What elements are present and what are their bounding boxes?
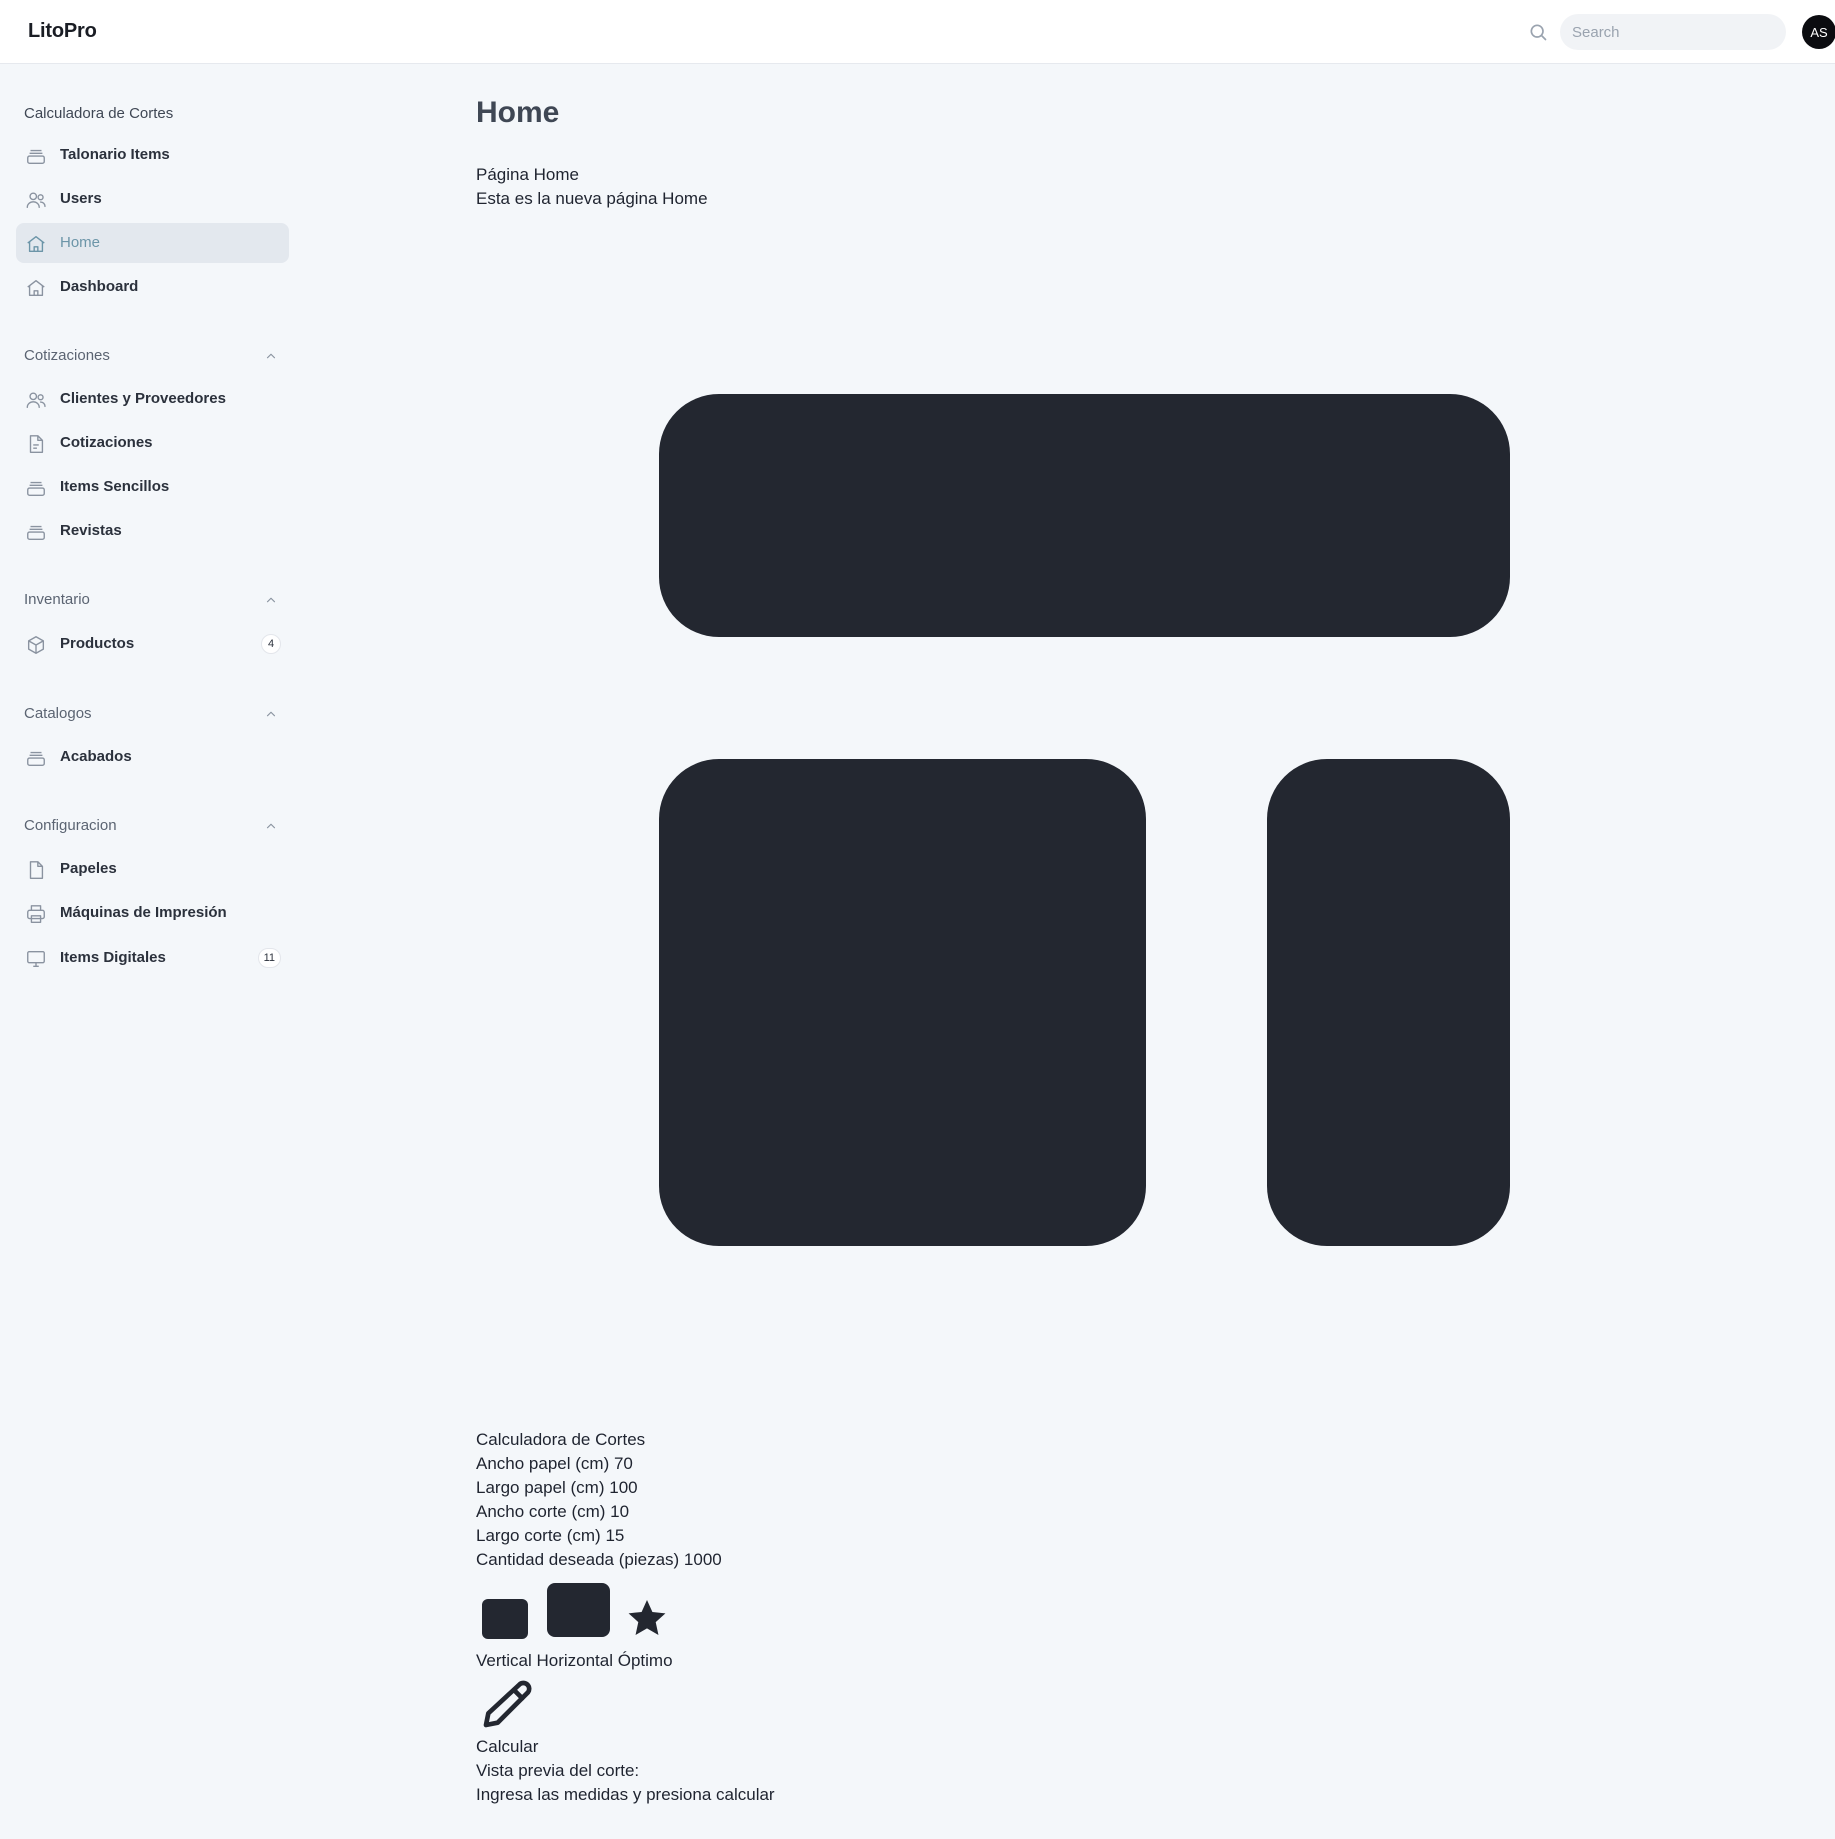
sidebar-item-label: Acabados [60, 748, 132, 765]
sidebar-item-acabados[interactable]: Acabados [16, 737, 289, 777]
sidebar-item-label: Cotizaciones [60, 434, 153, 451]
field-label: Ancho papel (cm) [476, 1454, 610, 1473]
field-label: Largo corte (cm) [476, 1526, 601, 1545]
field-label: Largo papel (cm) [476, 1478, 605, 1497]
sidebar-item-talonario-items[interactable]: Talonario Items [16, 135, 289, 175]
count-badge: 4 [261, 634, 281, 654]
sidebar-item-maquinas-impresion[interactable]: Máquinas de Impresión [16, 893, 289, 933]
field-value[interactable]: 10 [610, 1502, 629, 1521]
field-largo-corte[interactable]: Largo corte (cm) 15 [476, 1526, 624, 1546]
page-title: Home [476, 96, 560, 129]
field-largo-papel[interactable]: Largo papel (cm) 100 [476, 1478, 638, 1498]
avatar[interactable]: AS [1802, 15, 1835, 49]
sidebar-item-label: Items Sencillos [60, 478, 170, 495]
nav-group-calculadora: Calculadora de Cortes [24, 105, 174, 122]
document-icon [29, 861, 44, 879]
field-cantidad-deseada[interactable]: Cantidad deseada (piezas) 1000 [476, 1550, 722, 1570]
sidebar-item-label: Dashboard [60, 278, 139, 295]
sidebar-item-label: Items Digitales [60, 949, 166, 966]
count-badge: 11 [257, 948, 281, 968]
nav-group-configuracion[interactable]: Configuracion [24, 817, 117, 834]
sidebar-item-label: Talonario Items [60, 146, 170, 163]
field-ancho-corte[interactable]: Ancho corte (cm) 10 [476, 1502, 629, 1522]
field-value[interactable]: 70 [614, 1454, 633, 1473]
orientation-labels: Vertical Horizontal Óptimo [476, 1651, 673, 1670]
orientation-vertical-button[interactable] [482, 1599, 528, 1639]
stack-icon [27, 481, 45, 497]
search-box [1522, 14, 1786, 50]
sidebar-item-label: Productos [60, 635, 135, 652]
field-value[interactable]: 15 [605, 1526, 624, 1545]
sidebar-item-items-sencillos[interactable]: Items Sencillos [16, 467, 289, 507]
home-icon [27, 279, 45, 297]
placeholder-block-right [1267, 759, 1510, 1246]
sidebar-item-productos[interactable]: Productos 4 [16, 624, 289, 664]
sidebar-item-papeles[interactable]: Papeles [16, 849, 289, 889]
nav-group-catalogos[interactable]: Catalogos [24, 705, 92, 722]
intro-text: Esta es la nueva página Home [476, 189, 708, 208]
field-value[interactable]: 1000 [684, 1550, 722, 1569]
chevron-up-icon[interactable] [264, 593, 278, 607]
placeholder-block-left [659, 759, 1146, 1246]
field-value[interactable]: 100 [609, 1478, 637, 1497]
sidebar-item-label: Máquinas de Impresión [60, 904, 227, 921]
sidebar-item-revistas[interactable]: Revistas [16, 511, 289, 551]
sidebar-item-dashboard[interactable]: Dashboard [16, 267, 289, 307]
orientation-horizontal-button[interactable] [547, 1583, 610, 1637]
top-bar: LitoPro AS [0, 0, 1835, 64]
sidebar-item-users[interactable]: Users [16, 179, 289, 219]
printer-icon [27, 905, 45, 923]
sidebar-item-label: Revistas [60, 522, 122, 539]
sidebar-item-items-digitales[interactable]: Items Digitales 11 [16, 938, 289, 978]
calculator-heading: Calculadora de Cortes [476, 1430, 646, 1449]
intro-heading: Página Home [476, 165, 580, 184]
chevron-up-icon[interactable] [264, 349, 278, 363]
home-icon [27, 235, 45, 253]
chevron-up-icon[interactable] [264, 819, 278, 833]
nav-group-inventario[interactable]: Inventario [24, 591, 90, 608]
monitor-icon [27, 950, 45, 968]
search-icon [1530, 24, 1547, 41]
star-icon[interactable] [624, 1596, 670, 1640]
preview-hint: Ingresa las medidas y presiona calcular [476, 1785, 775, 1804]
pencil-icon[interactable] [479, 1676, 535, 1732]
calculate-button[interactable]: Calcular [476, 1737, 538, 1757]
nav-group-cotizaciones[interactable]: Cotizaciones [24, 347, 110, 364]
sidebar-item-clientes-proveedores[interactable]: Clientes y Proveedores [16, 379, 289, 419]
document-text-icon [29, 435, 44, 453]
stack-icon [27, 525, 45, 541]
placeholder-block-top [659, 394, 1510, 637]
sidebar-item-label: Clientes y Proveedores [60, 390, 226, 407]
sidebar-item-label: Users [60, 190, 102, 207]
sidebar-item-cotizaciones[interactable]: Cotizaciones [16, 423, 289, 463]
field-ancho-papel[interactable]: Ancho papel (cm) 70 [476, 1454, 633, 1474]
field-label: Ancho corte (cm) [476, 1502, 606, 1521]
brand-logo[interactable]: LitoPro [28, 20, 97, 43]
stack-icon [27, 751, 45, 767]
field-label: Cantidad deseada (piezas) [476, 1550, 680, 1569]
sidebar-item-label: Home [60, 234, 101, 251]
stack-icon [27, 149, 45, 165]
search-input[interactable] [1560, 14, 1786, 50]
cube-icon [27, 636, 45, 654]
users-icon [26, 192, 46, 209]
preview-label: Vista previa del corte: [476, 1761, 640, 1780]
users-icon [26, 392, 46, 409]
chevron-up-icon[interactable] [264, 707, 278, 721]
sidebar-item-label: Papeles [60, 860, 117, 877]
sidebar-item-home[interactable]: Home [16, 223, 289, 263]
